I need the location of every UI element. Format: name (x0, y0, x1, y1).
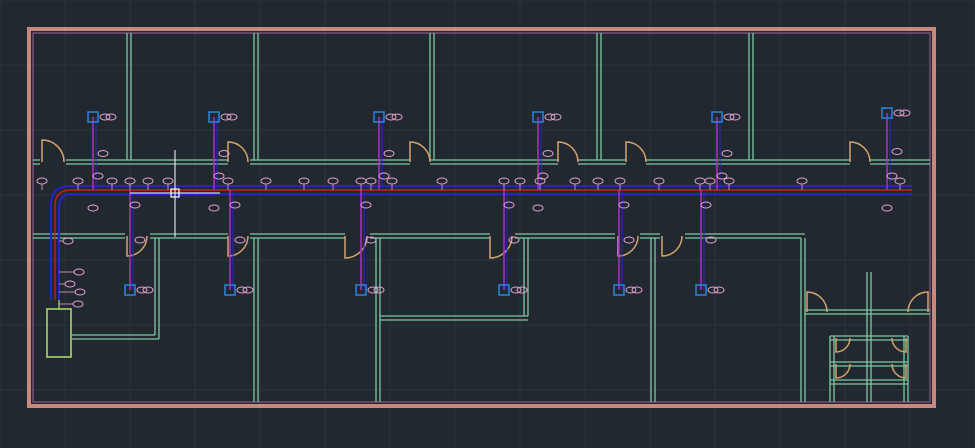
callout-tag-icon (532, 204, 544, 212)
callout-tag-icon (700, 201, 712, 209)
callout-tag-icon (64, 280, 76, 288)
callout-tag-icon (365, 177, 377, 185)
callout-tag-icon (73, 268, 85, 276)
callout-tag-icon (704, 177, 716, 185)
callout-tag-icon (72, 300, 84, 308)
callout-tag-icon (106, 177, 118, 185)
cad-drawing-canvas[interactable] (0, 0, 975, 448)
callout-tag-icon (242, 286, 254, 294)
callout-tag-icon (87, 204, 99, 212)
callout-tag-icon (72, 177, 84, 185)
callout-tag-icon (129, 201, 141, 209)
callout-tag-icon (386, 177, 398, 185)
diffusers (87, 107, 893, 296)
callout-tag-icon (226, 113, 238, 121)
door-swing-icon (907, 291, 929, 313)
callout-tag-icon (614, 177, 626, 185)
callout-tag-icon (707, 286, 719, 294)
door-swing-icon (617, 235, 639, 257)
callout-tag-icon (508, 236, 520, 244)
callout-tag-icon (569, 177, 581, 185)
callout-tag-icon (516, 286, 528, 294)
callout-tag-icon (162, 177, 174, 185)
crosshair-cursor-icon[interactable] (130, 150, 220, 237)
branch-ducts (92, 113, 891, 290)
callout-tag-icon (99, 113, 111, 121)
door-swing-icon (409, 141, 431, 163)
callout-tag-icon (383, 150, 395, 157)
callout-tag-icon (97, 150, 109, 157)
callout-tag-icon (220, 113, 232, 121)
callout-tag-icon (544, 113, 556, 121)
air-handling-unit (46, 300, 72, 358)
door-swing-icon (227, 141, 249, 163)
callout-tag-icon (653, 177, 665, 185)
callout-tag-icon (618, 201, 630, 209)
callout-tag-icon (142, 286, 154, 294)
background-grid (0, 0, 975, 448)
callout-tag-icon (592, 177, 604, 185)
callout-tag-icon (260, 177, 272, 185)
callout-tag-icon (136, 286, 148, 294)
callout-tag-icon (436, 177, 448, 185)
callout-tag-icon (229, 201, 241, 209)
callout-tag-icon (134, 236, 146, 244)
callout-tag-icon (92, 172, 104, 180)
callout-tag-icon (899, 109, 911, 117)
callout-tag-icon (729, 113, 741, 121)
callout-tag-icon (36, 177, 48, 185)
callout-tag-icon (881, 204, 893, 212)
callout-tag-icon (894, 177, 906, 185)
callout-tag-icon (142, 177, 154, 185)
callout-tag-icon (378, 172, 390, 180)
door-swing-icon (41, 139, 65, 163)
callout-tag-icon (236, 286, 248, 294)
door-swing-icon (625, 141, 647, 163)
door-swing-icon (806, 291, 828, 313)
callout-tag-icon (360, 201, 372, 209)
callout-tag-icon (213, 172, 225, 180)
callout-tag-icon (327, 177, 339, 185)
callout-tag-icon (105, 113, 117, 121)
callout-tag-icon (503, 201, 515, 209)
main-supply-duct (50, 185, 912, 300)
callout-tag-icon (298, 177, 310, 185)
callout-tag-icon (723, 113, 735, 121)
callout-tag-icon (886, 172, 898, 180)
callout-tag-icon (716, 172, 728, 180)
callout-tag-icon (550, 113, 562, 121)
callout-tag-icon (74, 288, 86, 296)
callout-tag-icon (391, 113, 403, 121)
callout-tag-icon (623, 236, 635, 244)
callout-tag-icon (234, 236, 246, 244)
callout-tag-icon (694, 177, 706, 185)
door-swing-icon (557, 141, 579, 163)
callout-tag-icon (721, 150, 733, 157)
callout-tag-icon (498, 177, 510, 185)
interior-walls (33, 33, 930, 402)
callout-tag-icon (542, 150, 554, 157)
callout-tag-icon (222, 177, 234, 185)
callout-tag-icon (893, 109, 905, 117)
callout-tag-icon (208, 204, 220, 212)
callout-tag-icon (631, 286, 643, 294)
door-swing-icon (849, 141, 871, 163)
outer-wall (27, 27, 936, 408)
callout-tag-icon (796, 177, 808, 185)
callout-tag-icon (625, 286, 637, 294)
callout-tag-icon (891, 148, 903, 155)
callout-tags (36, 109, 911, 308)
door-swing-icon (661, 235, 683, 257)
callout-tag-icon (355, 177, 367, 185)
callout-tag-icon (385, 113, 397, 121)
callout-tag-icon (723, 177, 735, 185)
